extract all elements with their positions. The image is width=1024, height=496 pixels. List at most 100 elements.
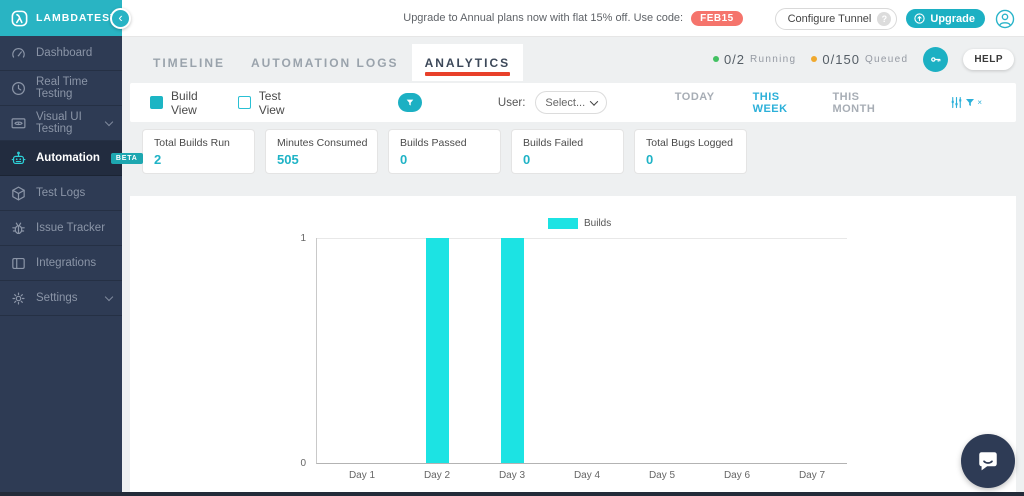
stat-card-builds-failed: Builds Failed 0 <box>511 129 624 174</box>
date-range-switcher: TODAY THIS WEEK THIS MONTH <box>675 91 880 115</box>
chart-bar <box>426 238 449 463</box>
gear-icon <box>10 290 27 307</box>
filter-button[interactable] <box>398 93 422 112</box>
queued-status: 0/150 Queued <box>811 52 908 67</box>
brand-logo-bar[interactable]: LAMBDATEST <box>0 0 122 36</box>
range-today[interactable]: TODAY <box>675 91 715 115</box>
y-axis-tick-max: 1 <box>284 233 306 244</box>
clear-x-icon: × <box>977 98 982 107</box>
funnel-icon <box>405 98 415 108</box>
chat-bubble-icon <box>974 447 1002 475</box>
x-axis-label: Day 4 <box>552 470 622 481</box>
running-label: Running <box>750 54 796 65</box>
promo-banner: Upgrade to Annual plans now with flat 15… <box>403 11 743 26</box>
sidebar-item-visual-ui-testing[interactable]: Visual UI Testing <box>0 106 122 141</box>
sidebar-item-label: Test Logs <box>36 187 85 199</box>
help-question-icon: ? <box>877 12 891 26</box>
lambdatest-logo-icon <box>10 9 29 28</box>
upgrade-label: Upgrade <box>930 13 975 25</box>
access-key-button[interactable] <box>923 47 948 72</box>
beta-badge: BETA <box>111 153 143 164</box>
stat-label: Builds Failed <box>523 137 612 149</box>
user-select-value: Select... <box>545 97 585 109</box>
key-icon <box>929 53 942 66</box>
user-avatar[interactable] <box>994 8 1016 30</box>
stat-label: Total Bugs Logged <box>646 137 735 149</box>
queued-count: 0/150 <box>822 52 860 67</box>
sidebar-item-label: Settings <box>36 292 78 304</box>
book-icon <box>10 255 27 272</box>
sidebar-item-automation[interactable]: Automation BETA <box>0 141 122 176</box>
tab-analytics[interactable]: ANALYTICS <box>412 44 524 81</box>
arrow-up-circle-icon <box>913 12 926 25</box>
sliders-icon[interactable] <box>949 95 964 110</box>
sidebar-item-label: Visual UI Testing <box>36 111 112 135</box>
running-dot-icon <box>713 56 719 62</box>
clear-filter-button[interactable]: × <box>964 97 982 109</box>
promo-text: Upgrade to Annual plans now with flat 15… <box>403 12 683 24</box>
tab-row-status: 0/2 Running 0/150 Queued HELP <box>713 37 1014 81</box>
running-status: 0/2 Running <box>713 52 796 67</box>
help-button[interactable]: HELP <box>963 49 1014 70</box>
sidebar-nav: Dashboard Real Time Testing Visual UI Te… <box>0 36 122 316</box>
stat-label: Minutes Consumed <box>277 137 366 149</box>
tab-row: TIMELINE AUTOMATION LOGS ANALYTICS 0/2 R… <box>122 37 1024 81</box>
gridline <box>317 238 847 239</box>
range-this-week[interactable]: THIS WEEK <box>753 91 795 115</box>
promo-code-badge[interactable]: FEB15 <box>691 11 743 26</box>
chart-legend: Builds <box>548 218 611 229</box>
queued-label: Queued <box>865 54 908 65</box>
sidebar-item-integrations[interactable]: Integrations <box>0 246 122 281</box>
monitor-eye-icon <box>10 115 27 132</box>
stat-value: 0 <box>400 152 489 167</box>
test-view-checkbox[interactable] <box>238 96 251 109</box>
stat-card-builds-passed: Builds Passed 0 <box>388 129 501 174</box>
funnel-icon <box>964 97 976 109</box>
tab-timeline[interactable]: TIMELINE <box>140 44 238 81</box>
brand-name: LAMBDATEST <box>36 12 118 24</box>
configure-tunnel-button[interactable]: Configure Tunnel ? <box>775 8 898 30</box>
stat-value: 0 <box>523 152 612 167</box>
x-axis-label: Day 2 <box>402 470 472 481</box>
chart-bar <box>501 238 524 463</box>
sidebar: LAMBDATEST Dashboard Real Time Testing V… <box>0 0 122 496</box>
robot-icon <box>10 150 27 167</box>
filter-panel: Build View Test View User: Select... TOD… <box>130 83 1016 122</box>
stat-card-total-builds-run: Total Builds Run 2 <box>142 129 255 174</box>
stat-value: 0 <box>646 152 735 167</box>
chevron-down-icon <box>105 292 113 300</box>
user-select-dropdown[interactable]: Select... <box>535 91 606 114</box>
x-axis-label: Day 5 <box>627 470 697 481</box>
sidebar-item-label: Dashboard <box>36 47 92 59</box>
sidebar-item-real-time-testing[interactable]: Real Time Testing <box>0 71 122 106</box>
chat-widget-button[interactable] <box>961 434 1015 488</box>
cube-icon <box>10 185 27 202</box>
sidebar-item-issue-tracker[interactable]: Issue Tracker <box>0 211 122 246</box>
stat-label: Builds Passed <box>400 137 489 149</box>
y-axis-tick-min: 0 <box>284 458 306 469</box>
build-view-checkbox[interactable] <box>150 96 163 109</box>
x-axis-label: Day 7 <box>777 470 847 481</box>
sidebar-collapse-button[interactable]: ‹ <box>110 8 131 29</box>
sidebar-item-settings[interactable]: Settings <box>0 281 122 316</box>
chart-plot: Day 1Day 2Day 3Day 4Day 5Day 6Day 7 <box>316 238 847 464</box>
range-this-month[interactable]: THIS MONTH <box>832 91 879 115</box>
chevron-down-icon <box>590 97 598 105</box>
user-filter-label: User: <box>498 97 525 109</box>
x-axis-label: Day 1 <box>327 470 397 481</box>
sidebar-item-dashboard[interactable]: Dashboard <box>0 36 122 71</box>
test-view-label[interactable]: Test View <box>259 89 300 117</box>
legend-swatch <box>548 218 578 229</box>
builds-chart-panel: Builds 1 0 Day 1Day 2Day 3Day 4Day 5Day … <box>130 196 1016 492</box>
legend-label: Builds <box>584 218 611 229</box>
stat-card-minutes-consumed: Minutes Consumed 505 <box>265 129 378 174</box>
queued-dot-icon <box>811 56 817 62</box>
upgrade-button[interactable]: Upgrade <box>906 9 985 28</box>
stat-value: 2 <box>154 152 243 167</box>
tab-automation-logs[interactable]: AUTOMATION LOGS <box>238 44 412 81</box>
sidebar-item-test-logs[interactable]: Test Logs <box>0 176 122 211</box>
stat-card-total-bugs-logged: Total Bugs Logged 0 <box>634 129 747 174</box>
topbar-actions: Configure Tunnel ? Upgrade <box>775 0 1016 37</box>
stat-value: 505 <box>277 152 366 167</box>
build-view-label[interactable]: Build View <box>171 89 216 117</box>
